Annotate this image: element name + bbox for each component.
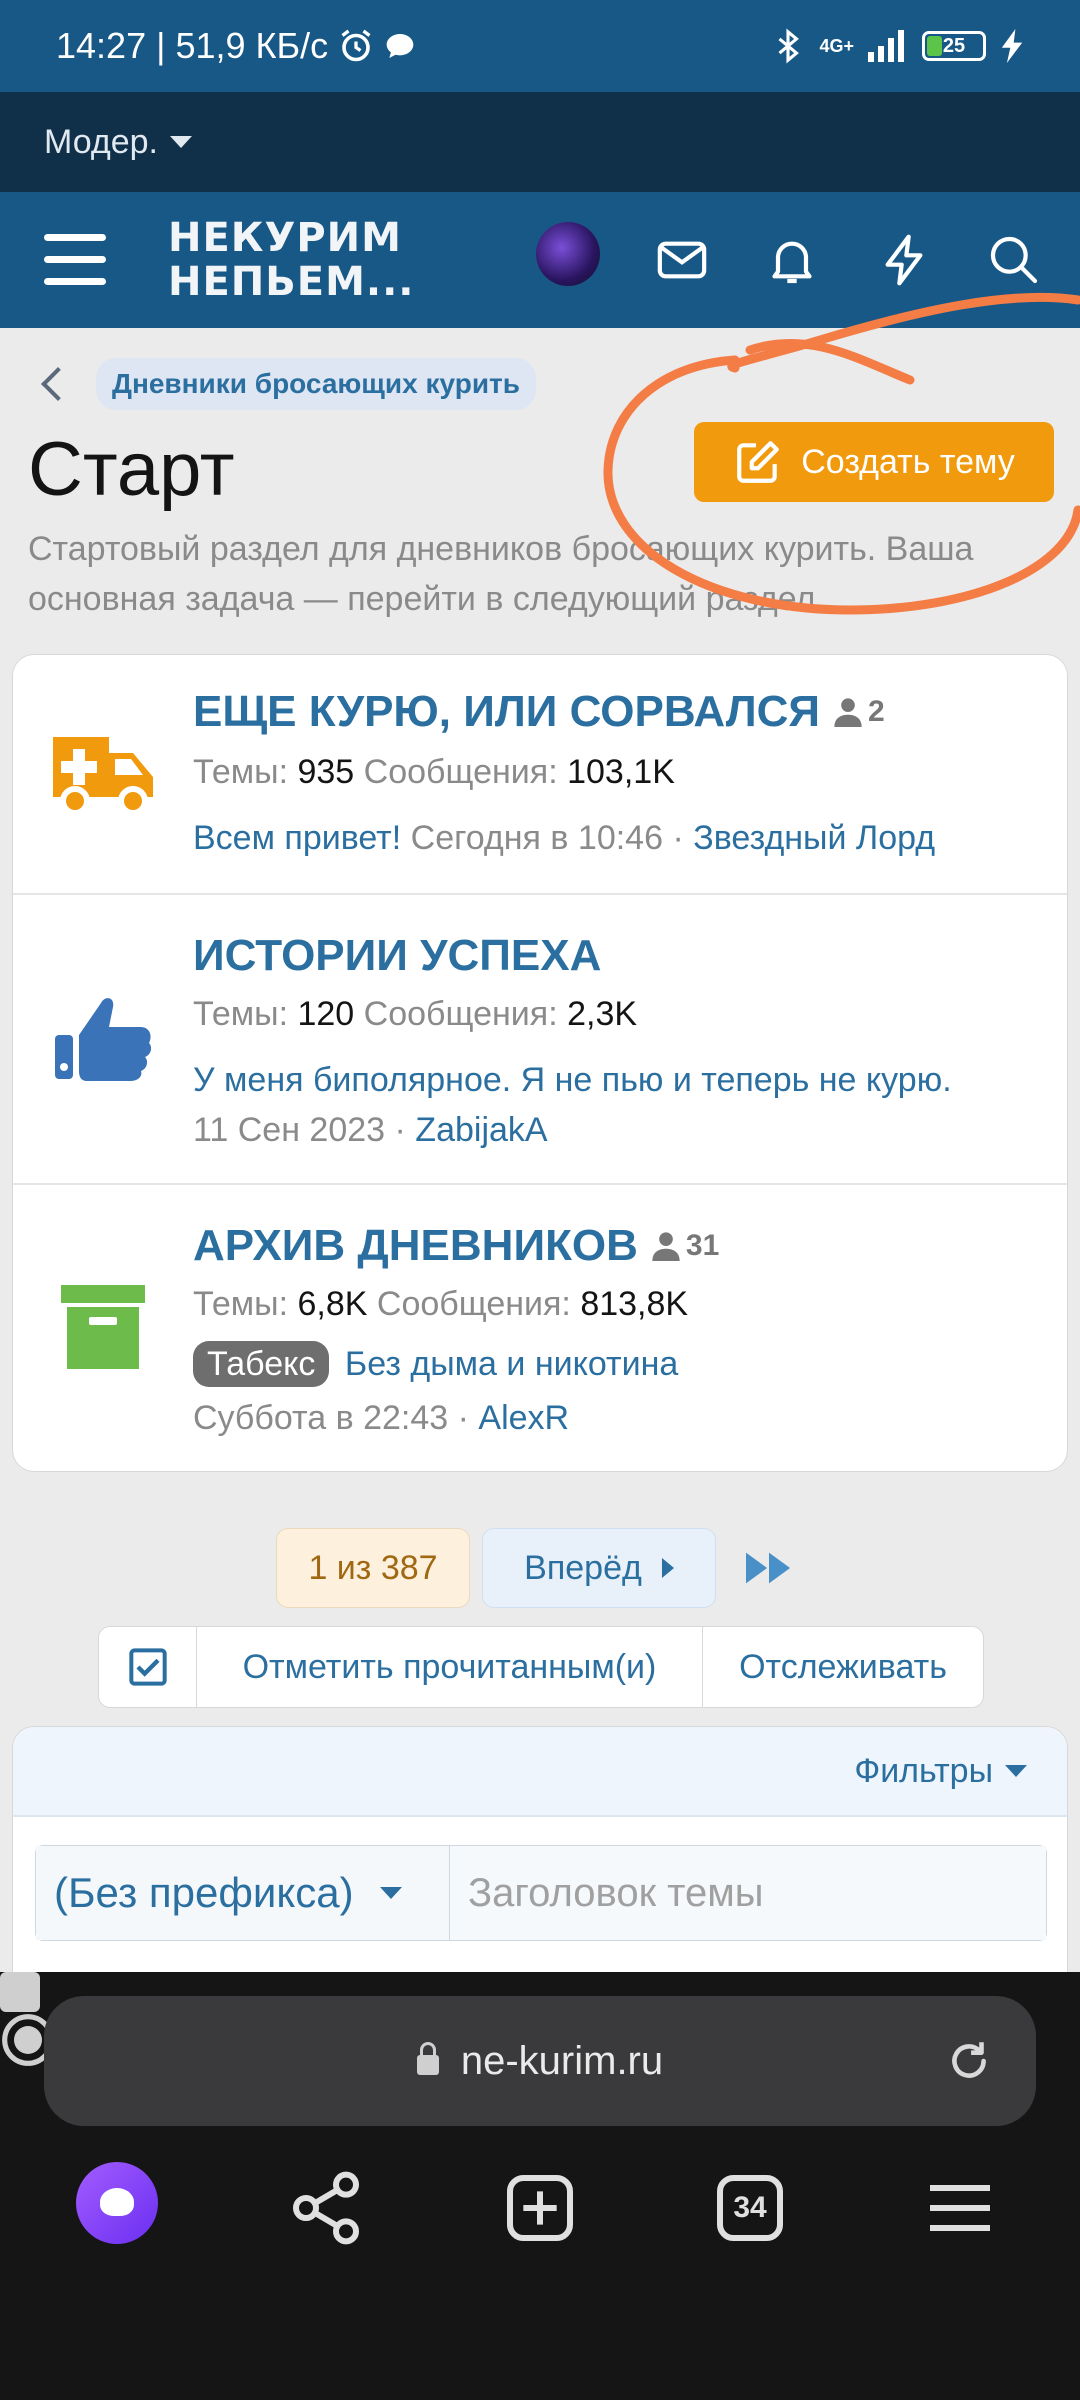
forum-node[interactable]: АРХИВ ДНЕВНИКОВ 31 Темы: 6,8K Сообщения:… <box>13 1185 1067 1471</box>
thumbs-up-icon <box>55 998 152 1081</box>
node-last-thread: У меня биполярное. Я не пью и теперь не … <box>193 1061 952 1100</box>
status-bar: 14:27 | 51,9 КБ/с 4G+ 25 <box>0 0 1080 92</box>
clock: 14:27 <box>56 25 147 66</box>
node-stats: Темы: 120 Сообщения: 2,3K <box>193 995 638 1033</box>
chevron-down-icon <box>169 136 192 148</box>
new-tab-icon[interactable] <box>500 2168 580 2248</box>
recents-button[interactable] <box>0 1972 40 2012</box>
chevron-down-icon <box>379 1887 402 1899</box>
node-stats: Темы: 935 Сообщения: 103,1K <box>193 753 675 791</box>
site-logo[interactable]: НЕКУРИМ НЕПЬЕМ... <box>168 216 414 304</box>
moderator-label: Модер. <box>44 122 158 161</box>
last-post-date: 11 Сен 2023 <box>193 1111 386 1149</box>
reload-icon[interactable] <box>944 2036 994 2086</box>
user-icon <box>652 1232 680 1261</box>
chevron-down-icon <box>1005 1765 1027 1777</box>
last-post-date: Сегодня в 10:46 <box>410 819 663 857</box>
node-stats: Темы: 6,8K Сообщения: 813,8K <box>193 1285 689 1323</box>
quick-thread-form: (Без префикса) Заголовок темы <box>35 1845 1047 1941</box>
forum-node[interactable]: ЕЩЕ КУРЮ, ИЛИ СОРВАЛСЯ 2 Темы: 935 Сообщ… <box>13 655 1067 895</box>
mark-read-button[interactable]: Отметить прочитанным(и) <box>197 1627 703 1707</box>
last-thread-link[interactable]: Без дыма и никотина <box>345 1345 678 1383</box>
share-icon[interactable] <box>286 2168 366 2248</box>
battery-text: 25 <box>942 34 966 57</box>
tabs-count: 34 <box>733 2191 767 2224</box>
archive-icon <box>61 1285 145 1369</box>
node-last-post: 11 Сен 2023 · ZabijakA <box>193 1111 548 1149</box>
last-page-icon[interactable] <box>746 1552 792 1584</box>
breadcrumb-link[interactable]: Дневники бросающих курить <box>96 358 536 410</box>
charging-icon <box>1001 29 1023 63</box>
node-title[interactable]: ЕЩЕ КУРЮ, ИЛИ СОРВАЛСЯ 2 <box>193 687 885 737</box>
last-post-user[interactable]: AlexR <box>478 1399 569 1437</box>
chat-bubble-icon <box>386 34 414 58</box>
node-last-post: Суббота в 22:43 · AlexR <box>193 1399 570 1437</box>
last-post-date: Суббота в 22:43 <box>193 1399 449 1437</box>
last-thread-link[interactable]: Всем привет! <box>193 819 401 857</box>
forum-list: ЕЩЕ КУРЮ, ИЛИ СОРВАЛСЯ 2 Темы: 935 Сообщ… <box>12 654 1068 1472</box>
network-type: 4G+ <box>819 35 854 56</box>
moderator-menu[interactable]: Модер. <box>0 92 1080 192</box>
node-users: 2 <box>834 695 885 729</box>
page-title: Старт <box>28 427 235 512</box>
chevron-left-icon[interactable] <box>41 367 75 401</box>
thread-title-input[interactable]: Заголовок темы <box>450 1846 1046 1940</box>
watch-button[interactable]: Отслеживать <box>703 1627 983 1707</box>
lock-icon <box>416 2042 439 2075</box>
menu-icon[interactable] <box>44 234 106 286</box>
browser-menu-icon[interactable] <box>920 2168 1000 2248</box>
node-title[interactable]: ИСТОРИИ УСПЕХА <box>193 931 601 981</box>
assistant-icon[interactable] <box>76 2162 158 2244</box>
ambulance-icon <box>53 737 153 816</box>
url-text: ne-kurim.ru <box>460 2038 664 2083</box>
node-last-post: Всем привет! Сегодня в 10:46 · Звездный … <box>193 819 936 857</box>
signal-icon <box>868 30 904 62</box>
annotation-scribble <box>603 292 1080 615</box>
forum-node[interactable]: ИСТОРИИ УСПЕХА Темы: 120 Сообщения: 2,3K… <box>13 895 1067 1185</box>
filter-block: Фильтры (Без префикса) Заголовок темы <box>12 1726 1068 1976</box>
last-post-user[interactable]: Звездный Лорд <box>693 819 935 857</box>
prefix-select[interactable]: (Без префикса) <box>36 1846 450 1940</box>
network-speed: 51,9 КБ/с <box>175 25 329 66</box>
breadcrumb[interactable]: Дневники бросающих курить <box>36 358 536 410</box>
user-icon <box>834 698 862 727</box>
page-indicator[interactable]: 1 из 387 <box>276 1528 470 1608</box>
select-checkbox[interactable] <box>99 1627 197 1707</box>
tabs-button[interactable]: 34 <box>710 2168 790 2248</box>
node-users: 31 <box>652 1229 719 1263</box>
node-title[interactable]: АРХИВ ДНЕВНИКОВ 31 <box>193 1221 719 1271</box>
chevron-right-icon <box>661 1558 674 1578</box>
browser-chrome: ne-kurim.ru 34 <box>0 1972 1080 2400</box>
checkbox-icon <box>128 1648 167 1686</box>
thread-actions-bar: Отметить прочитанным(и) Отслеживать <box>98 1626 984 1708</box>
thread-prefix-badge[interactable]: Табекс <box>193 1341 330 1387</box>
next-page-button[interactable]: Вперёд <box>482 1528 716 1608</box>
alarm-icon <box>341 29 371 62</box>
address-bar[interactable]: ne-kurim.ru <box>44 1996 1036 2126</box>
filters-toggle[interactable]: Фильтры <box>13 1727 1067 1817</box>
last-post-user[interactable]: ZabijakA <box>415 1111 547 1149</box>
battery-level <box>927 36 942 56</box>
last-thread-link[interactable]: У меня биполярное. Я не пью и теперь не … <box>193 1061 952 1099</box>
node-last-thread: Табекс Без дыма и никотина <box>193 1341 678 1387</box>
bluetooth-icon <box>778 28 800 64</box>
battery-icon: 25 <box>922 31 986 61</box>
